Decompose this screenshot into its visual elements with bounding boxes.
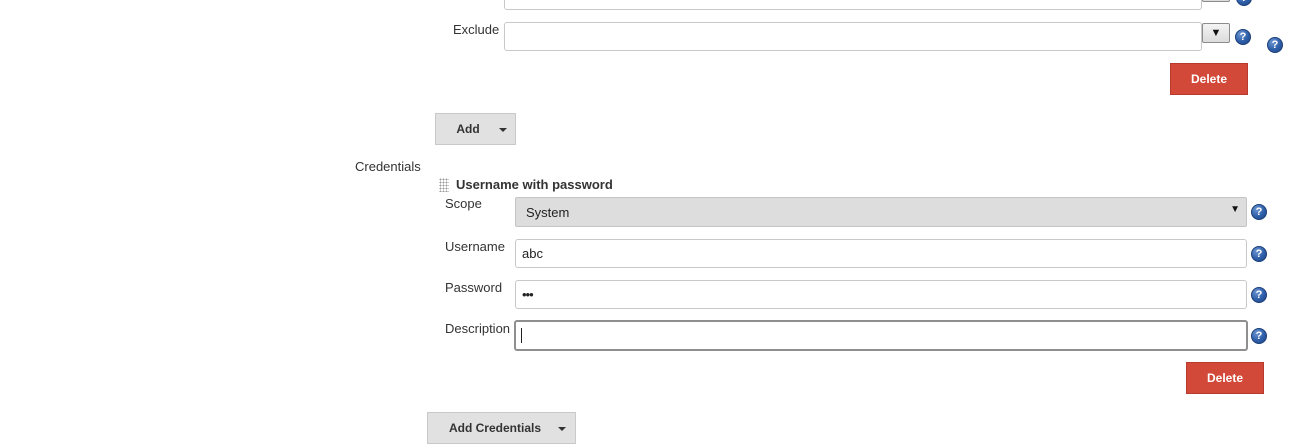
- scope-select[interactable]: System ▼: [515, 197, 1247, 227]
- exclude-label: Exclude: [453, 22, 500, 37]
- exclude-input[interactable]: [504, 22, 1202, 51]
- help-icon[interactable]: ?: [1267, 37, 1283, 53]
- help-icon[interactable]: ?: [1251, 246, 1267, 262]
- drag-handle-icon[interactable]: [439, 178, 449, 192]
- text-cursor: [521, 328, 522, 343]
- delete-credential-button[interactable]: Delete: [1186, 362, 1264, 394]
- username-input[interactable]: [515, 239, 1247, 268]
- delete-filter-button[interactable]: Delete: [1170, 63, 1248, 95]
- help-icon[interactable]: ?: [1251, 328, 1267, 344]
- help-icon[interactable]: ?: [1235, 29, 1251, 45]
- add-credentials-button[interactable]: Add Credentials: [427, 412, 576, 444]
- previous-field-dropdown-toggle[interactable]: [1202, 0, 1230, 2]
- add-credentials-button-label: Add Credentials: [448, 421, 541, 435]
- add-button-label: Add: [456, 122, 480, 136]
- caret-down-icon: ▼: [1230, 204, 1240, 215]
- caret-down-icon: [558, 427, 566, 431]
- add-button[interactable]: Add: [435, 113, 516, 145]
- help-icon[interactable]: ?: [1251, 204, 1267, 220]
- username-label: Username: [445, 239, 505, 254]
- caret-down-icon: ▼: [1210, 27, 1222, 39]
- password-input[interactable]: [515, 280, 1247, 309]
- description-input[interactable]: [514, 320, 1248, 351]
- caret-down-icon: [499, 128, 507, 132]
- help-icon[interactable]: ?: [1251, 287, 1267, 303]
- scope-label: Scope: [445, 196, 482, 211]
- help-icon[interactable]: ?: [1236, 0, 1252, 6]
- credential-entry-title: Username with password: [456, 177, 613, 192]
- password-label: Password: [445, 280, 503, 295]
- scope-selected-value: System: [526, 205, 570, 220]
- description-label: Description: [445, 321, 511, 336]
- page: ? Exclude ▼ ? ? Delete Add Credentials U…: [0, 0, 1313, 448]
- exclude-dropdown-toggle[interactable]: ▼: [1202, 23, 1230, 43]
- previous-field[interactable]: [504, 0, 1202, 10]
- credentials-section-label: Credentials: [355, 159, 421, 174]
